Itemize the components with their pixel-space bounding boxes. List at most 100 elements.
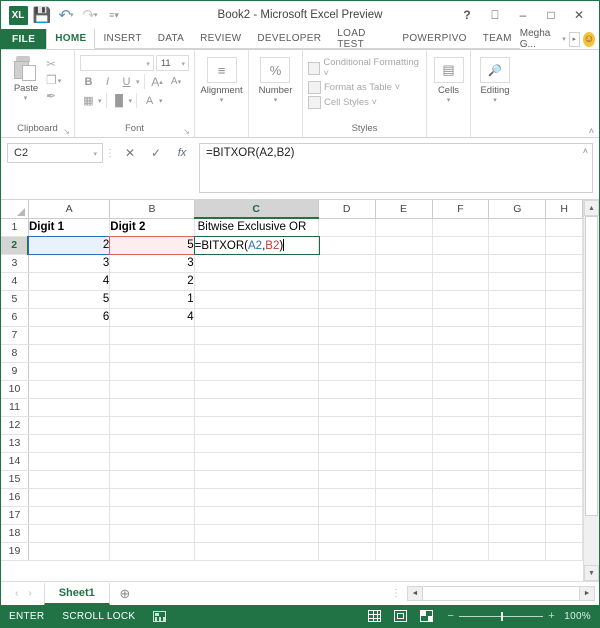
cell-g6[interactable] [488, 308, 547, 327]
cell-b14[interactable] [109, 452, 195, 471]
cell-e16[interactable] [375, 488, 433, 507]
collapse-ribbon-icon[interactable]: ˄ [589, 126, 594, 136]
cell-h6[interactable] [545, 308, 583, 327]
font-color-button[interactable]: A [141, 92, 158, 109]
row-header-8[interactable]: 8 [1, 344, 29, 363]
help-icon[interactable]: ? [453, 3, 481, 27]
horizontal-scroll-track[interactable] [423, 587, 579, 600]
grow-font-button[interactable]: A ▴ [149, 73, 166, 90]
cell-a18[interactable] [28, 524, 111, 543]
cell-f16[interactable] [432, 488, 490, 507]
cut-button[interactable]: ✂ [46, 58, 56, 71]
cell-g14[interactable] [488, 452, 547, 471]
cell-b4[interactable]: 2 [109, 272, 195, 291]
cell-a15[interactable] [28, 470, 111, 489]
cell-e4[interactable] [375, 272, 433, 291]
cell-h11[interactable] [545, 398, 583, 417]
cell-g10[interactable] [488, 380, 547, 399]
sheet-tab-sheet1[interactable]: Sheet1 [43, 582, 110, 605]
row-header-5[interactable]: 5 [1, 290, 29, 309]
cell-e13[interactable] [375, 434, 433, 453]
tab-split-grip[interactable]: ⋮ [391, 588, 407, 599]
cell-c13[interactable] [194, 434, 319, 453]
cell-d3[interactable] [318, 254, 376, 273]
cell-f7[interactable] [432, 326, 490, 345]
cell-f3[interactable] [432, 254, 490, 273]
customize-quick-access-icon[interactable]: ≡▾ [103, 4, 125, 26]
cell-c16[interactable] [194, 488, 319, 507]
tab-powerpivot[interactable]: POWERPIVO [394, 29, 475, 49]
alignment-caret-icon[interactable]: ▾ [200, 96, 242, 104]
row-header-16[interactable]: 16 [1, 488, 29, 507]
cell-d2[interactable] [318, 236, 376, 255]
cell-b7[interactable] [109, 326, 195, 345]
horizontal-scrollbar[interactable]: ◄ ► [407, 586, 595, 601]
paste-button[interactable]: Paste ▾ [6, 55, 46, 102]
row-header-19[interactable]: 19 [1, 542, 29, 561]
row-header-2[interactable]: 2 [1, 236, 30, 255]
cell-g13[interactable] [488, 434, 547, 453]
cell-b6[interactable]: 4 [109, 308, 195, 327]
share-icon[interactable]: ▸ [568, 31, 580, 47]
cell-b3[interactable]: 3 [109, 254, 195, 273]
cell-a3[interactable]: 3 [28, 254, 111, 273]
zoom-slider[interactable]: − + [440, 610, 561, 622]
cell-c4[interactable] [194, 272, 319, 291]
next-sheet-icon[interactable]: › [28, 588, 31, 599]
cell-f13[interactable] [432, 434, 490, 453]
user-account-name[interactable]: Megha G... [520, 28, 560, 50]
cell-a14[interactable] [28, 452, 111, 471]
cell-d19[interactable] [318, 542, 376, 561]
column-header-c[interactable]: C [194, 200, 319, 219]
cell-a13[interactable] [28, 434, 111, 453]
column-header-b[interactable]: B [109, 200, 195, 219]
cell-f18[interactable] [432, 524, 490, 543]
cell-a6[interactable]: 6 [28, 308, 111, 327]
scroll-right-icon[interactable]: ► [579, 587, 594, 600]
cell-h18[interactable] [545, 524, 583, 543]
tab-data[interactable]: DATA [149, 29, 193, 49]
tab-team[interactable]: TEAM [474, 29, 520, 49]
cell-h14[interactable] [545, 452, 583, 471]
enter-icon[interactable]: ✓ [143, 143, 169, 163]
tab-load-test[interactable]: LOAD TEST [329, 28, 395, 50]
cell-a10[interactable] [28, 380, 111, 399]
cell-h17[interactable] [545, 506, 583, 525]
cell-f17[interactable] [432, 506, 490, 525]
cell-d5[interactable] [318, 290, 376, 309]
scroll-up-icon[interactable]: ▲ [584, 200, 599, 216]
cell-h3[interactable] [545, 254, 583, 273]
fill-color-caret-icon[interactable]: ▾ [129, 97, 133, 105]
select-all-corner[interactable] [1, 200, 29, 219]
cell-d17[interactable] [318, 506, 376, 525]
cell-b2[interactable]: 5 [108, 235, 195, 255]
number-caret-icon[interactable]: ▾ [259, 96, 293, 104]
tab-developer[interactable]: DEVELOPER [249, 29, 330, 49]
cell-d15[interactable] [318, 470, 376, 489]
tab-insert[interactable]: INSERT [95, 29, 150, 49]
ribbon-display-options-icon[interactable]: ⎕ [481, 3, 509, 27]
cell-f19[interactable] [432, 542, 490, 561]
cell-e12[interactable] [375, 416, 433, 435]
vertical-scroll-thumb[interactable] [585, 216, 598, 517]
cell-a19[interactable] [28, 542, 111, 561]
copy-button[interactable]: ❐ ▾ [46, 74, 61, 87]
editing-button[interactable]: 🔎 [480, 57, 510, 83]
cell-f15[interactable] [432, 470, 490, 489]
maximize-icon[interactable]: □ [537, 3, 565, 27]
underline-button[interactable]: U [118, 73, 135, 90]
font-name-caret-icon[interactable]: ▾ [146, 60, 150, 68]
number-button[interactable]: % [260, 57, 291, 83]
cells-button[interactable]: ▤ [433, 57, 464, 83]
record-macro-icon[interactable] [153, 610, 167, 622]
cell-b13[interactable] [109, 434, 195, 453]
cell-g9[interactable] [488, 362, 547, 381]
cell-a8[interactable] [28, 344, 111, 363]
bold-button[interactable]: B [80, 73, 97, 90]
cell-d12[interactable] [318, 416, 376, 435]
borders-caret-icon[interactable]: ▾ [98, 97, 102, 105]
cell-f1[interactable] [432, 218, 490, 237]
cell-c2-editing[interactable]: =BITXOR(A2,B2) [193, 235, 320, 255]
cell-c11[interactable] [194, 398, 319, 417]
zoom-in-icon[interactable]: + [548, 610, 555, 622]
